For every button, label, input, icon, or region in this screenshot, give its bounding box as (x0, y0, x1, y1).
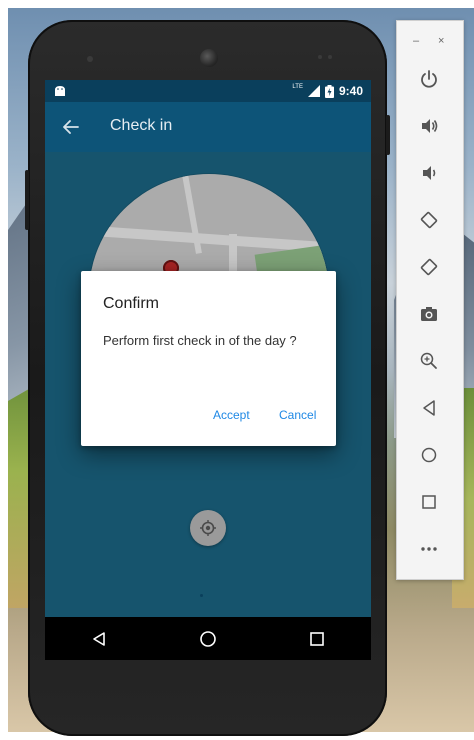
rotate-left-icon (420, 211, 438, 229)
page-indicator-dot (200, 594, 203, 597)
phone-sensor-dot (318, 55, 322, 59)
zoom-icon (420, 352, 437, 369)
status-time: 9:40 (338, 84, 363, 98)
nav-home-button[interactable] (196, 627, 220, 651)
dialog-title: Confirm (103, 295, 160, 312)
cancel-button[interactable]: Cancel (279, 408, 316, 422)
more-icon (421, 547, 437, 551)
power-button[interactable] (417, 67, 441, 91)
emulator-toolbar: – × (396, 20, 464, 580)
nav-back-icon (93, 631, 106, 646)
phone-side-button (386, 115, 390, 155)
nav-back-button[interactable] (87, 627, 111, 651)
phone-sensor-dot (328, 55, 332, 59)
nav-home-icon (200, 630, 216, 647)
my-location-icon (200, 520, 216, 536)
accept-button[interactable]: Accept (213, 408, 250, 422)
volume-up-button[interactable] (417, 114, 441, 138)
phone-camera (200, 49, 218, 67)
phone-side-button (25, 170, 29, 230)
overview-button[interactable] (417, 490, 441, 514)
volume-down-button[interactable] (417, 161, 441, 185)
volume-up-icon (422, 119, 438, 133)
nav-overview-icon (309, 631, 324, 646)
volume-down-icon (423, 166, 436, 180)
close-button[interactable]: × (438, 35, 444, 47)
back-icon (423, 400, 435, 416)
dialog-message: Perform first check in of the day ? (103, 333, 297, 348)
android-notification-icon (55, 86, 65, 96)
zoom-button[interactable] (417, 349, 441, 373)
status-bar: LTE 9:40 (45, 80, 371, 102)
phone-sensor-dot (87, 56, 93, 62)
rotate-left-button[interactable] (417, 208, 441, 232)
screenshot-button[interactable] (417, 302, 441, 326)
app-bar: Check in (45, 102, 371, 152)
home-icon (421, 447, 437, 463)
confirm-dialog: Confirm Perform first check in of the da… (81, 271, 336, 446)
android-nav-bar (45, 617, 371, 660)
power-icon (421, 70, 437, 88)
back-arrow-icon[interactable] (61, 117, 81, 137)
more-button[interactable] (417, 537, 441, 561)
nav-overview-button[interactable] (305, 627, 329, 651)
home-button[interactable] (417, 443, 441, 467)
minimize-button[interactable]: – (413, 35, 419, 47)
rotate-right-icon (420, 258, 438, 276)
battery-icon (324, 84, 334, 98)
page-title: Check in (110, 117, 173, 134)
camera-icon (421, 307, 437, 321)
network-type-label: LTE (292, 84, 303, 90)
rotate-right-button[interactable] (417, 255, 441, 279)
overview-icon (422, 495, 436, 509)
signal-icon (307, 85, 320, 97)
back-button[interactable] (417, 396, 441, 420)
my-location-button[interactable] (190, 510, 226, 546)
